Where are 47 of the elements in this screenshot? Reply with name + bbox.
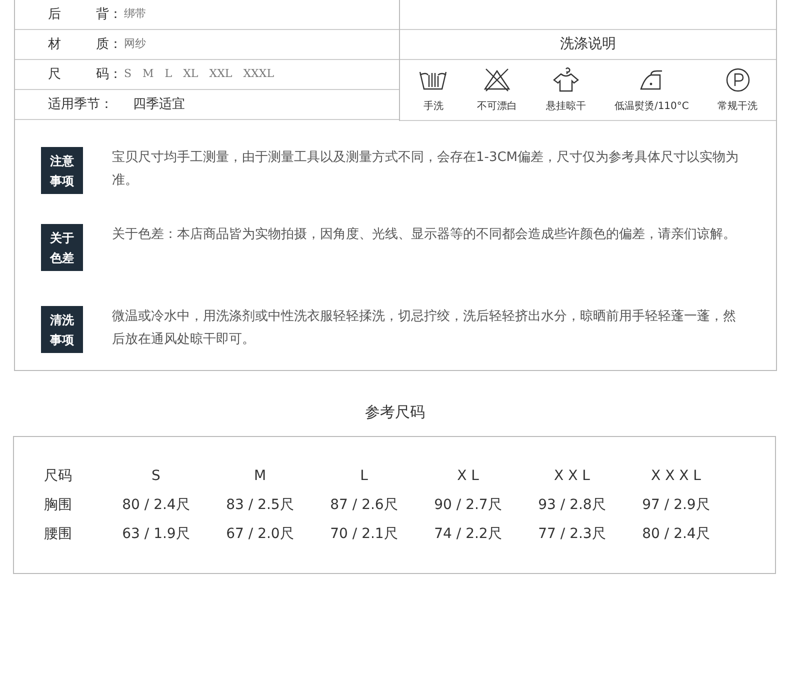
care-label: 常规干洗 <box>718 100 758 114</box>
table-cell-text: 74 / 2.2尺 <box>433 525 503 544</box>
column-header: 尺码 <box>44 467 73 486</box>
note-text: 微温或冷水中，用洗涤剂或中性洗衣服轻轻揉洗，切忌拧绞，洗后轻轻挤出水分，晾晒前用手轻轻蓬一蓬，然后放在通风处晾干即可。 <box>112 308 737 349</box>
triangle-crossed-icon <box>482 66 512 92</box>
hanging-shirt-icon <box>550 66 581 92</box>
table-cell-text: 90 / 2.7尺 <box>433 496 503 515</box>
spec-label: 适用季节： <box>48 96 113 114</box>
row-header: 腰围 <box>44 525 73 544</box>
note-tag: 关于色差 <box>41 224 83 271</box>
table-cell-text: 63 / 1.9尺 <box>121 525 191 544</box>
note-text: 宝贝尺寸均手工测量，由于测量工具以及测量方式不同，会存在1-3CM偏差，尺寸仅为参考具体尺寸以实物为准。 <box>112 149 740 190</box>
note-tag: 清洗事项 <box>41 306 83 353</box>
spec-label: 码： <box>96 66 122 84</box>
table-cell-text: 80 / 2.4尺 <box>641 525 711 544</box>
spec-label: 后 <box>48 6 62 24</box>
table-cell-text: 87 / 2.6尺 <box>329 496 399 515</box>
spec-value: 网纱 <box>124 36 146 52</box>
care-label: 低温熨烫/110°C <box>614 100 689 114</box>
column-header: L <box>359 467 369 486</box>
care-label: 悬挂晾干 <box>546 100 586 114</box>
spec-value: S M L XL XXL XXXL <box>124 66 274 82</box>
care-label: 不可漂白 <box>477 100 518 114</box>
spec-label: 尺 <box>48 66 62 84</box>
spec-label: 质： <box>96 36 122 54</box>
section-title: 洗涤说明 <box>400 30 776 60</box>
row-header: 胸围 <box>44 496 73 515</box>
table-cell-text: 77 / 2.3尺 <box>537 525 607 544</box>
spec-label: 材 <box>48 36 62 54</box>
care-label: 手洗 <box>423 100 444 114</box>
column-header: M <box>252 467 268 486</box>
table-cell-text: 67 / 2.0尺 <box>225 525 295 544</box>
section-title: 参考尺码 <box>364 402 426 423</box>
table-cell-text: 93 / 2.8尺 <box>537 496 607 515</box>
spec-label: 背： <box>96 6 122 24</box>
table-cell-text: 97 / 2.9尺 <box>641 496 711 515</box>
table-cell-text: 83 / 2.5尺 <box>225 496 295 515</box>
spec-value: 绑带 <box>124 6 146 22</box>
table-cell-text: 80 / 2.4尺 <box>121 496 191 515</box>
note-text: 关于色差：本店商品皆为实物拍摄，因角度、光线、显示器等的不同都会造成些许颜色的偏差，请亲们谅解。 <box>112 226 737 244</box>
note-tag: 注意事项 <box>41 147 83 194</box>
spec-value: 四季适宜 <box>133 96 185 114</box>
column-header: X L <box>456 467 480 486</box>
column-header: S <box>150 467 162 486</box>
column-header: X X X L <box>650 467 702 486</box>
column-header: X X L <box>553 467 591 486</box>
table-cell-text: 70 / 2.1尺 <box>329 525 399 544</box>
